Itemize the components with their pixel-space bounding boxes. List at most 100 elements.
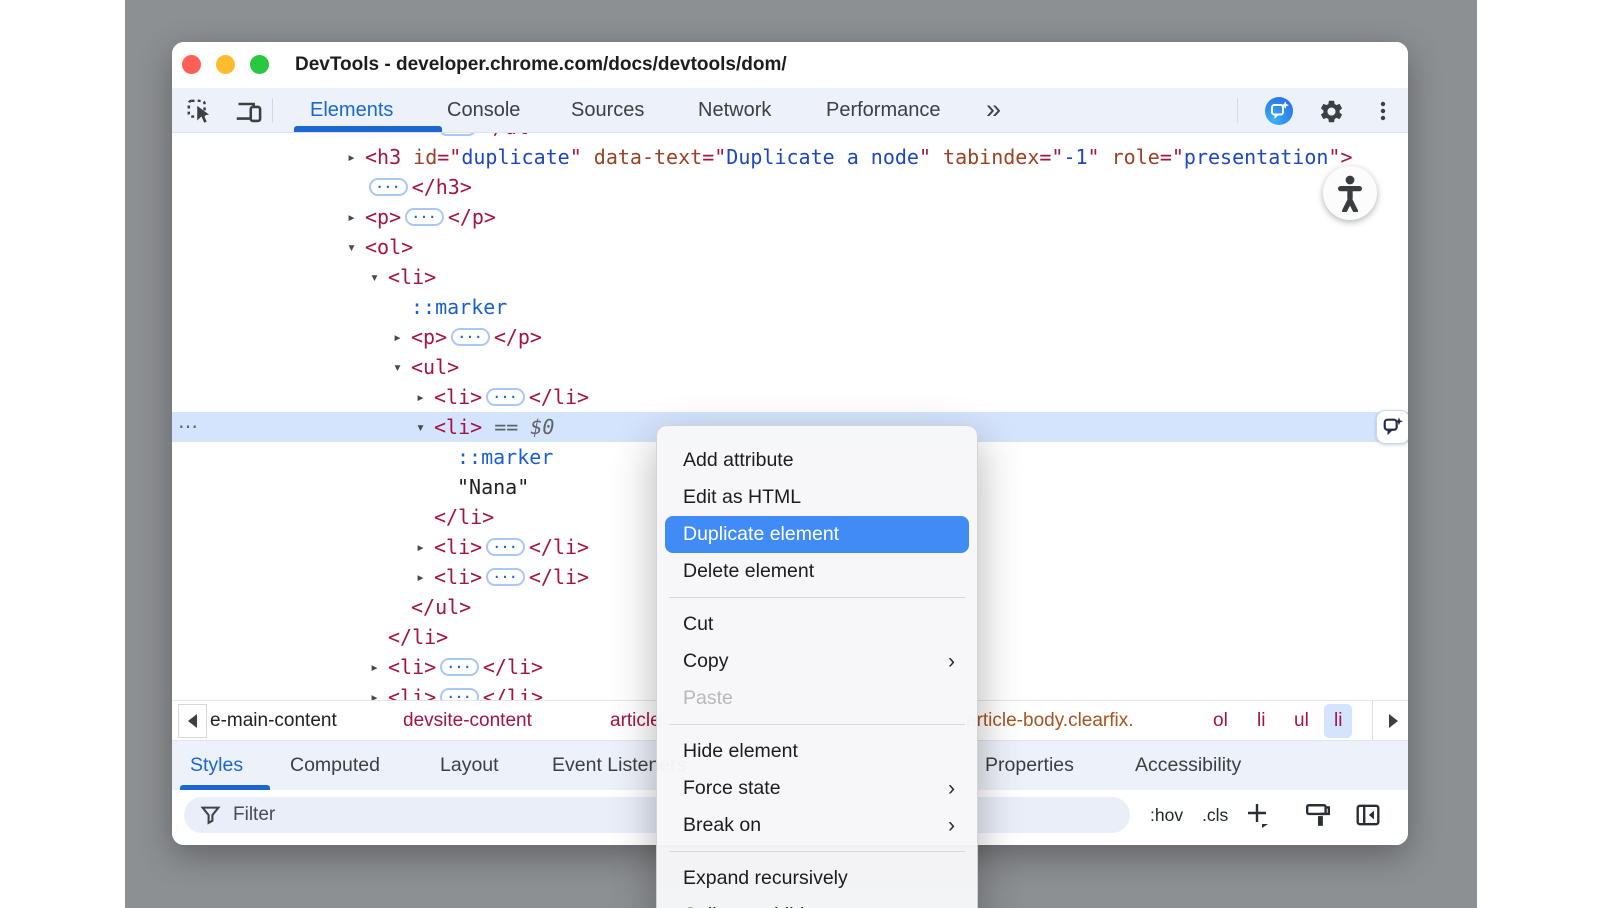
code-token: <li> [388,655,436,679]
code-token: =" [1160,145,1184,169]
breadcrumb-item-article[interactable]: article [610,701,661,740]
code-token: </li> [529,385,589,409]
code-token: Duplicate a node [726,145,919,169]
inline-expand-button[interactable]: ··· [486,388,525,406]
code-token: -1 [1063,145,1087,169]
toggle-element-state-button[interactable]: :hov [1150,790,1183,840]
ask-ai-button[interactable] [1376,410,1408,444]
code-token: == [482,415,530,439]
context-menu-item-cut[interactable]: Cut [665,606,969,643]
breadcrumb-item-li[interactable]: li [1257,701,1265,740]
context-menu-item-copy[interactable]: Copy› [665,643,969,680]
tree-row[interactable]: ···</ul> [172,133,1408,142]
tree-row[interactable]: ···</h3> [172,172,1408,202]
tree-row[interactable]: ▾<ol> [172,232,1408,262]
code-token: </li> [483,685,543,700]
inline-expand-button[interactable]: ··· [486,538,525,556]
context-menu-item-delete-element[interactable]: Delete element [665,553,969,590]
context-menu-item-force-state[interactable]: Force state› [665,770,969,807]
breadcrumb-item-li-selected[interactable]: li [1324,704,1352,738]
disclosure-down-icon[interactable]: ▾ [416,418,434,436]
inline-expand-button[interactable]: ··· [369,178,408,196]
context-menu-item-collapse-children[interactable]: Collapse children [665,897,969,908]
inline-expand-button[interactable]: ··· [486,568,525,586]
submenu-chevron-icon: › [948,778,955,799]
disclosure-right-icon[interactable]: ▸ [416,568,434,586]
devtools-toolbar: ElementsConsoleSourcesNetworkPerformance… [172,88,1408,133]
tab-performance[interactable]: Performance [826,88,941,132]
disclosure-down-icon[interactable]: ▾ [370,268,388,286]
window-titlebar: DevTools - developer.chrome.com/docs/dev… [172,42,1408,88]
rendering-emulation-button[interactable] [1304,801,1332,829]
context-menu-item-hide-element[interactable]: Hide element [665,733,969,770]
minimize-button[interactable] [216,55,235,74]
menu-item-label: Cut [683,613,713,636]
code-token: <p> [365,205,401,229]
tree-row[interactable]: ::marker [172,292,1408,322]
tree-row[interactable]: ▸<h3 id="duplicate" data-text="Duplicate… [172,142,1408,172]
new-style-rule-button[interactable] [1244,801,1272,829]
tree-row[interactable]: ▸<li>···</li> [172,382,1408,412]
tab-accessibility[interactable]: Accessibility [1135,741,1241,790]
tree-row[interactable]: ▸<p>···</p> [172,322,1408,352]
inline-expand-button[interactable]: ··· [451,328,490,346]
kebab-menu-icon [1372,100,1394,122]
submenu-chevron-icon: › [948,651,955,672]
tree-row[interactable]: ▾<ul> [172,352,1408,382]
disclosure-right-icon[interactable]: ▸ [370,688,388,700]
tab-sources[interactable]: Sources [571,88,644,132]
settings-button[interactable] [1316,96,1346,126]
zoom-button[interactable] [250,55,269,74]
ai-assistance-button[interactable] [1264,96,1294,126]
disclosure-down-icon[interactable]: ▾ [393,358,411,376]
code-token: role [1100,145,1160,169]
breadcrumb-scroll-right-button[interactable] [1380,704,1406,738]
breadcrumb-item-article-body-clearfix[interactable]: article-body.clearfix. [966,701,1134,740]
inspect-element-button[interactable] [184,96,214,126]
disclosure-right-icon[interactable]: ▸ [347,148,365,166]
inline-expand-button[interactable]: ··· [405,208,444,226]
breadcrumb-item-ul[interactable]: ul [1294,701,1309,740]
tab-layout[interactable]: Layout [440,741,499,790]
disclosure-right-icon[interactable]: ▸ [416,388,434,406]
disclosure-right-icon[interactable]: ▸ [416,538,434,556]
tab-styles[interactable]: Styles [190,741,243,790]
disclosure-right-icon[interactable]: ▸ [393,328,411,346]
context-menu-item-edit-as-html[interactable]: Edit as HTML [665,479,969,516]
more-tabs-button[interactable]: » [986,88,1001,130]
tree-row[interactable]: ▸<p>···</p> [172,202,1408,232]
inline-expand-button[interactable]: ··· [438,133,477,136]
close-button[interactable] [182,55,201,74]
gear-icon [1318,98,1345,125]
row-overflow-menu-button[interactable]: ⋯ [178,412,199,442]
context-menu-item-break-on[interactable]: Break on› [665,807,969,844]
device-toolbar-button[interactable] [234,96,264,126]
code-token: <li> [434,385,482,409]
code-token: duplicate [461,145,569,169]
window-title: DevTools - developer.chrome.com/docs/dev… [295,42,787,88]
breadcrumb-item-ol[interactable]: ol [1213,701,1228,740]
chevron-right-icon [1389,714,1398,728]
device-toolbar-icon [235,97,263,125]
disclosure-right-icon[interactable]: ▸ [370,658,388,676]
toggle-sidebar-button[interactable] [1354,801,1382,829]
disclosure-down-icon[interactable]: ▾ [347,238,365,256]
inline-expand-button[interactable]: ··· [440,688,479,700]
more-options-button[interactable] [1368,96,1398,126]
element-classes-button[interactable]: .cls [1202,790,1228,840]
tree-row[interactable]: ▾<li> [172,262,1408,292]
context-menu-item-paste: Paste [665,680,969,717]
breadcrumb-item-devsite-content[interactable]: devsite-content [403,701,532,740]
breadcrumb-item-e-main-content[interactable]: e-main-content [210,701,337,740]
context-menu-item-add-attribute[interactable]: Add attribute [665,442,969,479]
disclosure-right-icon[interactable]: ▸ [347,208,365,226]
tab-properties[interactable]: Properties [985,741,1074,790]
breadcrumb-scroll-left-button[interactable] [178,704,207,738]
tab-computed[interactable]: Computed [290,741,380,790]
tab-network[interactable]: Network [698,88,771,132]
tab-console[interactable]: Console [447,88,520,132]
context-menu-item-duplicate-element[interactable]: Duplicate element [665,516,969,553]
code-token: <h3 [365,145,401,169]
inline-expand-button[interactable]: ··· [440,658,479,676]
context-menu-item-expand-recursively[interactable]: Expand recursively [665,860,969,897]
